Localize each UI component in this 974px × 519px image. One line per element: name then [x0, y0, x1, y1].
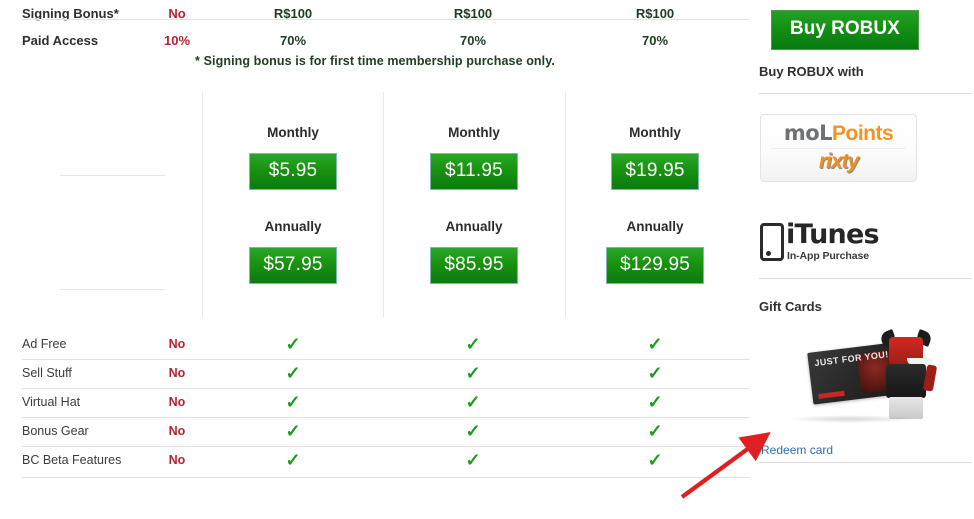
table-row: Virtual Hat No ✓ ✓ ✓ — [0, 388, 750, 417]
robux-purchase-page: Signing Bonus* No R$100 R$100 R$100 Paid… — [0, 0, 974, 519]
cell-free: No — [168, 6, 186, 21]
cell-free: 10% — [163, 33, 191, 48]
molpoints-logo: moLPoints — [761, 121, 916, 146]
cell-obc: R$100 — [635, 6, 675, 21]
roblox-logo-mark — [818, 390, 845, 399]
price-button-monthly[interactable]: $11.95 — [430, 153, 518, 190]
itunes-logo[interactable]: iTunes In-App Purchase — [760, 219, 930, 264]
annotation-arrow-icon — [680, 432, 771, 499]
character-body — [886, 364, 926, 398]
feature-label: Sell Stuff — [22, 366, 72, 380]
buy-robux-with-heading: Buy ROBUX with — [759, 64, 864, 79]
feature-free: No — [168, 424, 186, 438]
cell-bc: R$100 — [273, 6, 313, 21]
price-column-bc: Monthly $5.95 Annually $57.95 — [203, 88, 383, 284]
check-icon: ✓ — [285, 421, 301, 441]
table-row: BC Beta Features No ✓ ✓ ✓ — [0, 446, 750, 475]
price-button-annually[interactable]: $129.95 — [605, 247, 705, 284]
cell-tbc: 70% — [459, 33, 487, 48]
check-icon: ✓ — [285, 450, 301, 470]
check-icon: ✓ — [465, 421, 481, 441]
price-button-monthly[interactable]: $5.95 — [249, 153, 337, 190]
feature-free: No — [168, 366, 186, 380]
price-button-annually[interactable]: $57.95 — [249, 247, 337, 284]
table-row: Ad Free No ✓ ✓ ✓ — [0, 330, 750, 359]
feature-label: Ad Free — [22, 337, 67, 351]
term-label-monthly: Monthly — [448, 125, 500, 140]
price-placeholder-line — [60, 289, 165, 290]
check-icon: ✓ — [647, 392, 663, 412]
sidebar-divider — [759, 93, 972, 94]
character-head — [889, 337, 933, 365]
table-row: Sell Stuff No ✓ ✓ ✓ — [0, 359, 750, 388]
term-label-monthly: Monthly — [629, 125, 681, 140]
row-label: Signing Bonus* — [22, 6, 119, 21]
term-label-annually: Annually — [626, 219, 684, 234]
membership-comparison-table: Signing Bonus* No R$100 R$100 R$100 Paid… — [0, 0, 750, 54]
sidebar-divider — [759, 462, 972, 463]
features-table: Ad Free No ✓ ✓ ✓ Sell Stuff No ✓ ✓ ✓ Vir… — [0, 330, 750, 478]
term-label-monthly: Monthly — [267, 125, 319, 140]
rixty-logo: rixty — [818, 150, 859, 173]
row-label: Paid Access — [22, 33, 99, 48]
table-row: Bonus Gear No ✓ ✓ ✓ — [0, 417, 750, 446]
signing-bonus-footnote: * Signing bonus is for first time member… — [195, 54, 555, 68]
feature-label: Virtual Hat — [22, 395, 81, 409]
feature-free: No — [168, 453, 186, 467]
phone-icon — [760, 223, 784, 261]
itunes-subtitle: In-App Purchase — [787, 250, 869, 262]
table-row: Paid Access 10% 70% 70% 70% — [0, 27, 750, 54]
feature-label: BC Beta Features — [22, 453, 122, 467]
check-icon: ✓ — [647, 334, 663, 354]
check-icon: ✓ — [647, 363, 663, 383]
gift-cards-heading: Gift Cards — [759, 299, 822, 314]
price-button-monthly[interactable]: $19.95 — [611, 153, 699, 190]
term-label-annually: Annually — [264, 219, 322, 234]
term-label-annually: Annually — [445, 219, 503, 234]
drop-shadow — [785, 415, 915, 423]
price-button-annually[interactable]: $85.95 — [430, 247, 518, 284]
mol-rixty-logo-box[interactable]: moLPoints rixty — [760, 114, 917, 182]
price-placeholder-line — [60, 175, 165, 176]
mol-logo-suffix: Points — [832, 122, 894, 145]
sidebar-divider — [759, 278, 972, 279]
price-column-obc: Monthly $19.95 Annually $129.95 — [565, 88, 745, 284]
cell-tbc: R$100 — [453, 6, 493, 21]
price-column-tbc: Monthly $11.95 Annually $85.95 — [384, 88, 564, 284]
check-icon: ✓ — [285, 363, 301, 383]
pricing-section: Monthly $5.95 Annually $57.95 Monthly $1… — [0, 88, 750, 316]
check-icon: ✓ — [465, 450, 481, 470]
row-divider — [22, 19, 750, 20]
check-icon: ✓ — [465, 363, 481, 383]
check-icon: ✓ — [285, 334, 301, 354]
feature-free: No — [168, 395, 186, 409]
roblox-character — [875, 329, 939, 423]
buy-robux-button[interactable]: Buy ROBUX — [771, 10, 919, 50]
cell-bc: 70% — [279, 33, 307, 48]
mol-logo-prefix: moL — [783, 121, 833, 145]
table-row: Signing Bonus* No R$100 R$100 R$100 — [0, 0, 750, 27]
check-icon: ✓ — [465, 392, 481, 412]
row-divider — [22, 477, 750, 478]
gift-card-image[interactable]: JUST FOR YOU! — [765, 325, 965, 435]
cell-obc: 70% — [641, 33, 669, 48]
feature-free: No — [168, 337, 186, 351]
feature-label: Bonus Gear — [22, 424, 89, 438]
check-icon: ✓ — [285, 392, 301, 412]
check-icon: ✓ — [465, 334, 481, 354]
itunes-wordmark: iTunes — [786, 219, 880, 250]
